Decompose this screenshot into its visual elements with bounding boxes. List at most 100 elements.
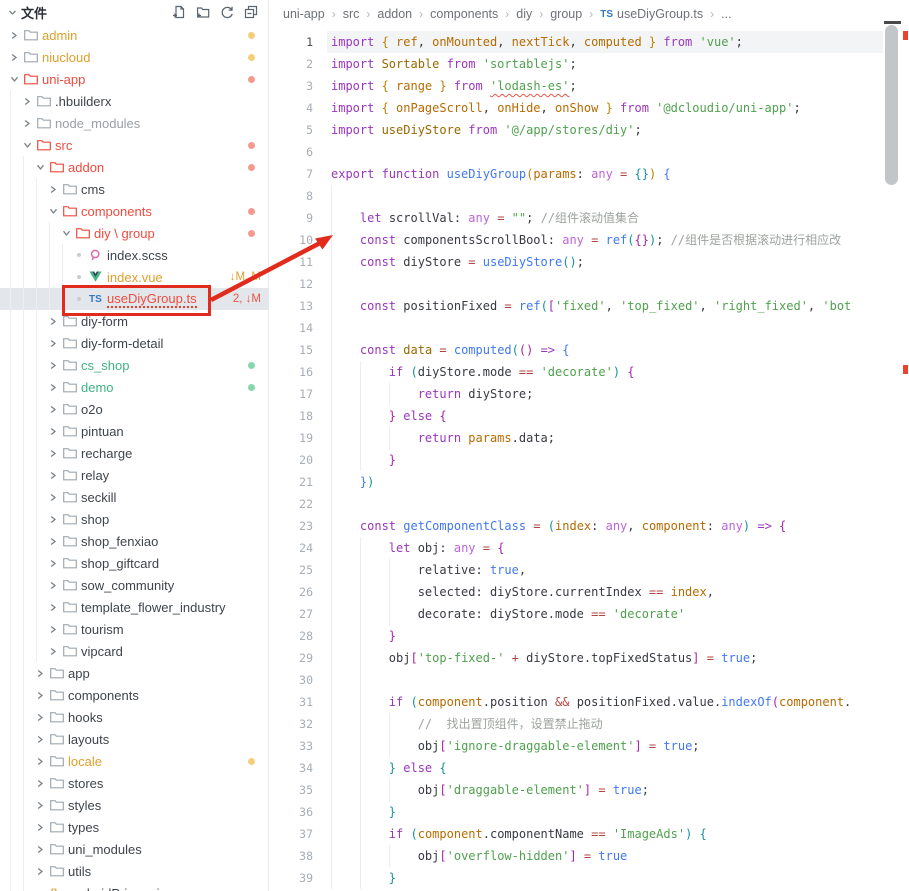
tree-item-hooks[interactable]: hooks: [0, 706, 268, 728]
code-line[interactable]: 5import useDiyStore from '@/app/stores/d…: [269, 119, 909, 141]
tree-item-usediygroup-ts[interactable]: TSuseDiyGroup.ts2, ↓M: [0, 288, 268, 310]
code-line[interactable]: 22: [269, 493, 909, 515]
tree-item-pintuan[interactable]: pintuan: [0, 420, 268, 442]
tree-item-locale[interactable]: locale: [0, 750, 268, 772]
tree-item-layouts[interactable]: layouts: [0, 728, 268, 750]
code-line[interactable]: 18 } else {: [269, 405, 909, 427]
breadcrumb-item[interactable]: ...: [721, 7, 731, 21]
code-line[interactable]: 32 // 找出置顶组件，设置禁止拖动: [269, 713, 909, 735]
tree-item-vipcard[interactable]: vipcard: [0, 640, 268, 662]
code-line[interactable]: 38 obj['overflow-hidden'] = true: [269, 845, 909, 867]
tree-item-stores[interactable]: stores: [0, 772, 268, 794]
code-line[interactable]: 8: [269, 185, 909, 207]
code-line[interactable]: 31 if (component.position && positionFix…: [269, 691, 909, 713]
chevron-right-icon: [49, 339, 63, 348]
tree-item-index-vue[interactable]: index.vue↓M, M: [0, 266, 268, 288]
code-line[interactable]: 4import { onPageScroll, onHide, onShow }…: [269, 97, 909, 119]
code-line[interactable]: 20 }: [269, 449, 909, 471]
new-file-icon[interactable]: [171, 5, 186, 20]
code-line[interactable]: 16 if (diyStore.mode == 'decorate') {: [269, 361, 909, 383]
code-line[interactable]: 30: [269, 669, 909, 691]
code-line[interactable]: 27 decorate: diyStore.mode == 'decorate': [269, 603, 909, 625]
code-line[interactable]: 17 return diyStore;: [269, 383, 909, 405]
code-line[interactable]: 23 const getComponentClass = (index: any…: [269, 515, 909, 537]
code-editor[interactable]: 1import { ref, onMounted, nextTick, comp…: [269, 28, 909, 891]
tree-item-diy-form-detail[interactable]: diy-form-detail: [0, 332, 268, 354]
code-line[interactable]: 13 const positionFixed = ref(['fixed', '…: [269, 295, 909, 317]
code-line[interactable]: 15 const data = computed(() => {: [269, 339, 909, 361]
code-line[interactable]: 1import { ref, onMounted, nextTick, comp…: [269, 31, 909, 53]
tree-item-shop-giftcard[interactable]: shop_giftcard: [0, 552, 268, 574]
tree-item-uni-modules[interactable]: uni_modules: [0, 838, 268, 860]
code-line[interactable]: 37 if (component.componentName == 'Image…: [269, 823, 909, 845]
refresh-icon[interactable]: [219, 5, 234, 20]
tree-item-demo[interactable]: demo: [0, 376, 268, 398]
code-line[interactable]: 36 }: [269, 801, 909, 823]
tree-item-admin[interactable]: admin: [0, 24, 268, 46]
code-line[interactable]: 39 }: [269, 867, 909, 889]
breadcrumb-item[interactable]: TSuseDiyGroup.ts: [600, 7, 703, 21]
code-line[interactable]: 25 relative: true,: [269, 559, 909, 581]
tree-item-hbuilderx[interactable]: .hbuilderx: [0, 90, 268, 112]
code-line[interactable]: 33 obj['ignore-draggable-element'] = tru…: [269, 735, 909, 757]
breadcrumb-item[interactable]: group: [550, 7, 582, 21]
indent-guide: [23, 706, 36, 728]
breadcrumb-item[interactable]: components: [430, 7, 498, 21]
tree-item-utils[interactable]: utils: [0, 860, 268, 882]
code-line[interactable]: 10 const componentsScrollBool: any = ref…: [269, 229, 909, 251]
tree-item-sow-community[interactable]: sow_community: [0, 574, 268, 596]
collapse-all-icon[interactable]: [243, 5, 258, 20]
editor-scrollbar[interactable]: [885, 25, 898, 185]
breadcrumb-item[interactable]: diy: [516, 7, 532, 21]
gutter-line-number: 29: [269, 647, 313, 669]
tree-item-o2o[interactable]: o2o: [0, 398, 268, 420]
code-line[interactable]: 3import { range } from 'lodash-es';: [269, 75, 909, 97]
tree-item-androidprivacy-json[interactable]: {}androidPrivacy.json: [0, 882, 268, 891]
tree-item-app[interactable]: app: [0, 662, 268, 684]
tree-item-components[interactable]: components: [0, 200, 268, 222]
tree-item-template-flower-industry[interactable]: template_flower_industry: [0, 596, 268, 618]
code-line[interactable]: 19 return params.data;: [269, 427, 909, 449]
code-line[interactable]: 6: [269, 141, 909, 163]
indent-guide: [10, 200, 23, 222]
code-line[interactable]: 2import Sortable from 'sortablejs';: [269, 53, 909, 75]
code-line[interactable]: 11 const diyStore = useDiyStore();: [269, 251, 909, 273]
tree-item-shop[interactable]: shop: [0, 508, 268, 530]
tree-item-src[interactable]: src: [0, 134, 268, 156]
code-line[interactable]: 35 obj['draggable-element'] = true;: [269, 779, 909, 801]
tree-item-recharge[interactable]: recharge: [0, 442, 268, 464]
code-line[interactable]: 9 let scrollVal: any = ""; //组件滚动值集合: [269, 207, 909, 229]
code-line[interactable]: 29 obj['top-fixed-' + diyStore.topFixedS…: [269, 647, 909, 669]
tree-item-node-modules[interactable]: node_modules: [0, 112, 268, 134]
code-line[interactable]: 7export function useDiyGroup(params: any…: [269, 163, 909, 185]
breadcrumb-item[interactable]: addon: [377, 7, 412, 21]
code-line[interactable]: 34 } else {: [269, 757, 909, 779]
code-text: import { ref, onMounted, nextTick, compu…: [331, 31, 743, 53]
chevron-right-icon: [49, 625, 63, 634]
tree-item-uni-app[interactable]: uni-app: [0, 68, 268, 90]
tree-item-shop-fenxiao[interactable]: shop_fenxiao: [0, 530, 268, 552]
code-line[interactable]: 14: [269, 317, 909, 339]
code-line[interactable]: 26 selected: diyStore.currentIndex == in…: [269, 581, 909, 603]
tree-item-cs-shop[interactable]: cs_shop: [0, 354, 268, 376]
tree-item-seckill[interactable]: seckill: [0, 486, 268, 508]
code-line[interactable]: 24 let obj: any = {: [269, 537, 909, 559]
tree-item-types[interactable]: types: [0, 816, 268, 838]
code-line[interactable]: 21 }): [269, 471, 909, 493]
code-line[interactable]: 12: [269, 273, 909, 295]
tree-item-components[interactable]: components: [0, 684, 268, 706]
tree-item-addon[interactable]: addon: [0, 156, 268, 178]
tree-item-diy-form[interactable]: diy-form: [0, 310, 268, 332]
tree-item-index-scss[interactable]: index.scss: [0, 244, 268, 266]
code-line[interactable]: 28 }: [269, 625, 909, 647]
breadcrumb-item[interactable]: uni-app: [283, 7, 325, 21]
tree-item-cms[interactable]: cms: [0, 178, 268, 200]
breadcrumb-item[interactable]: src: [343, 7, 360, 21]
tree-item-diy-group[interactable]: diy \ group: [0, 222, 268, 244]
tree-item-styles[interactable]: styles: [0, 794, 268, 816]
new-folder-icon[interactable]: [195, 5, 210, 20]
tree-item-niucloud[interactable]: niucloud: [0, 46, 268, 68]
tree-item-relay[interactable]: relay: [0, 464, 268, 486]
tree-item-tourism[interactable]: tourism: [0, 618, 268, 640]
chevron-down-icon[interactable]: [8, 8, 17, 17]
